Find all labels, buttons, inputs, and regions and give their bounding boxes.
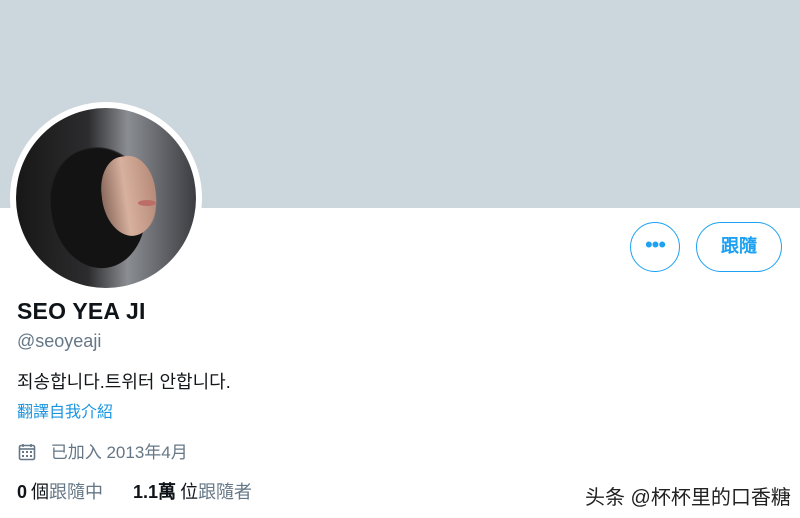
calendar-icon — [18, 443, 36, 461]
followers-stat[interactable]: 1.1萬 位跟隨者 — [133, 478, 252, 504]
followers-label: 跟隨者 — [198, 482, 253, 502]
profile-avatar[interactable] — [16, 108, 196, 288]
followers-count: 1.1萬 — [133, 482, 177, 502]
avatar-frame[interactable] — [10, 102, 202, 294]
translate-bio-link[interactable]: 翻譯自我介紹 — [17, 398, 113, 422]
more-options-button[interactable]: ••• — [630, 222, 680, 272]
following-stat[interactable]: 0 個跟隨中 — [17, 478, 103, 504]
following-unit: 個 — [31, 482, 50, 502]
profile-handle: @seoyeaji — [17, 331, 102, 351]
joined-date: 已加入 2013年4月 — [18, 438, 188, 462]
follow-button[interactable]: 跟隨 — [696, 222, 782, 272]
twitter-profile-page: ••• 跟隨 SEO YEA JI @seoyeaji 죄송합니다.트위터 안합… — [0, 0, 800, 518]
profile-stats: 0 個跟隨中 1.1萬 位跟隨者 — [17, 478, 277, 504]
following-label: 跟隨中 — [49, 482, 104, 502]
following-count: 0 — [17, 482, 28, 502]
source-watermark: 头条 @杯杯里的口香糖 — [585, 487, 791, 509]
display-name: SEO YEA JI — [17, 298, 146, 324]
profile-bio: 죄송합니다.트위터 안합니다. — [17, 372, 231, 392]
followers-unit: 位 — [180, 482, 199, 502]
joined-label: 已加入 2013年4月 — [50, 443, 188, 462]
